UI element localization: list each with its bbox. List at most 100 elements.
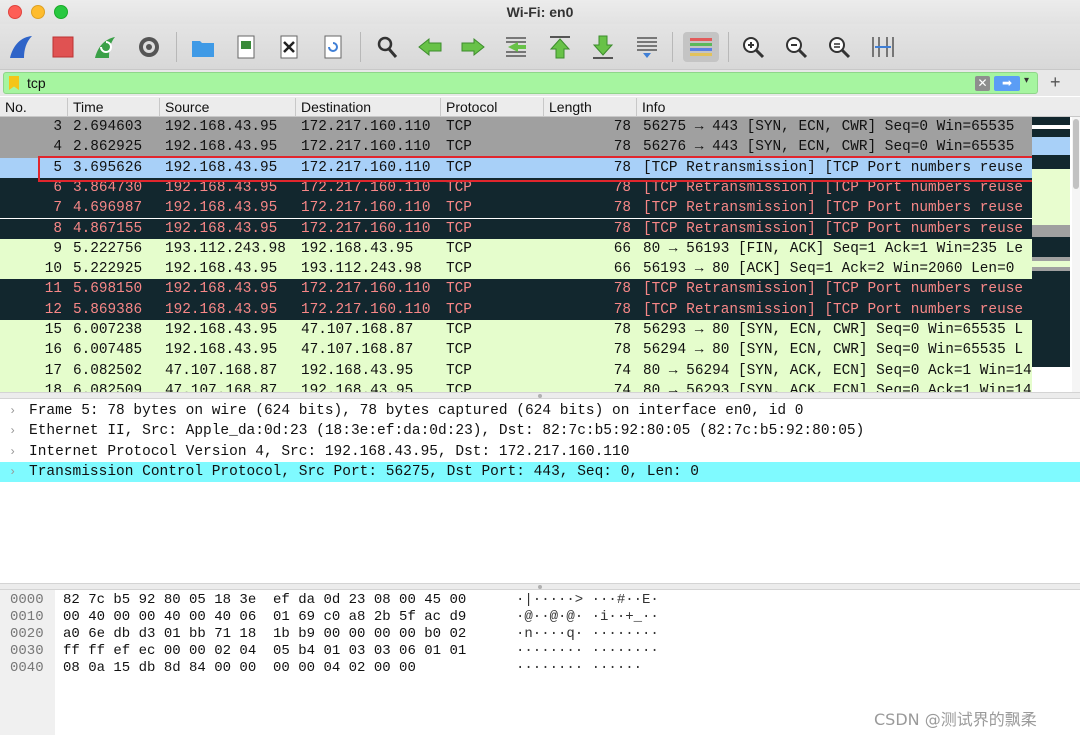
hex-offset: 0020: [10, 626, 44, 642]
packet-row[interactable]: 8 4.867155 192.168.43.95 172.217.160.110 TCP…: [0, 218, 1032, 239]
packet-row[interactable]: 16 6.007485 192.168.43.95 47.107.168.87 TCP 7…: [0, 340, 1032, 361]
pane-splitter[interactable]: [0, 583, 1080, 590]
go-back-icon[interactable]: [415, 32, 445, 62]
pane-splitter[interactable]: [0, 392, 1080, 399]
apply-filter-icon[interactable]: ➡: [994, 76, 1020, 91]
column-header-no[interactable]: No.: [0, 98, 67, 116]
packet-cell-proto: TCP: [446, 179, 472, 196]
packet-row[interactable]: 18 6.082509 47.107.168.87 192.168.43.95 TCP 7…: [0, 380, 1032, 392]
packet-list-scrollbar[interactable]: [1072, 117, 1080, 392]
display-filter-text[interactable]: tcp: [27, 75, 46, 91]
gear-options-icon[interactable]: [134, 32, 164, 62]
add-filter-button[interactable]: +: [1050, 72, 1061, 93]
first-packet-icon[interactable]: [545, 32, 575, 62]
hex-offset: 0030: [10, 643, 44, 659]
packet-row[interactable]: 9 5.222756 193.112.243.98 192.168.43.95 TCP 6…: [0, 238, 1032, 260]
packet-cell-len: 78: [613, 220, 631, 237]
go-forward-icon[interactable]: [458, 32, 488, 62]
packet-row[interactable]: 15 6.007238 192.168.43.95 47.107.168.87 TCP 7…: [0, 320, 1032, 341]
packet-cell-len: 78: [613, 281, 631, 298]
clear-filter-icon[interactable]: ✕: [975, 76, 990, 91]
zoom-in-icon[interactable]: [738, 32, 768, 62]
expand-chevron-icon[interactable]: ›: [9, 442, 16, 462]
folder-open-icon[interactable]: [188, 32, 218, 62]
packet-cell-no: 4: [53, 139, 62, 156]
minimap-band: [1032, 129, 1070, 137]
find-packet-icon[interactable]: [372, 32, 402, 62]
packet-row[interactable]: 4 2.862925 192.168.43.95 172.217.160.110 TCP…: [0, 137, 1032, 158]
column-header-source[interactable]: Source: [159, 98, 295, 116]
reload-file-icon[interactable]: [318, 32, 348, 62]
packet-cell-src: 192.168.43.95: [165, 220, 278, 237]
minimize-window-button[interactable]: [31, 5, 45, 19]
detail-tree-label: Transmission Control Protocol, Src Port:…: [29, 463, 700, 480]
packet-cell-len: 78: [613, 179, 631, 196]
packet-cell-src: 193.112.243.98: [165, 240, 286, 257]
packet-cell-time: 4.696987: [73, 200, 143, 217]
stop-square-icon[interactable]: [48, 32, 78, 62]
zoom-normal-icon[interactable]: [824, 32, 854, 62]
autoscroll-icon[interactable]: [632, 32, 662, 62]
packet-cell-len: 78: [613, 200, 631, 217]
display-filter-input[interactable]: tcp ✕ ➡ ▾: [3, 72, 1038, 94]
detail-tree-item[interactable]: › Frame 5: 78 bytes on wire (624 bits), 7…: [0, 401, 1080, 421]
expand-chevron-icon[interactable]: ›: [9, 401, 16, 421]
packet-row[interactable]: 3 2.694603 192.168.43.95 172.217.160.110 TCP…: [0, 117, 1032, 138]
bookmark-icon[interactable]: [9, 76, 19, 90]
packet-cell-len: 78: [613, 322, 631, 338]
column-header-protocol[interactable]: Protocol: [440, 98, 543, 116]
packet-cell-time: 6.082502: [73, 362, 143, 379]
restart-capture-icon[interactable]: [90, 32, 120, 62]
hex-ascii: ·n····q· ········: [516, 626, 659, 642]
packet-cell-proto: TCP: [446, 159, 472, 176]
go-to-packet-icon[interactable]: [501, 32, 531, 62]
packet-cell-dst: 192.168.43.95: [301, 362, 414, 379]
close-window-button[interactable]: [8, 5, 22, 19]
maximize-window-button[interactable]: [54, 5, 68, 19]
zoom-out-icon[interactable]: [781, 32, 811, 62]
filter-history-dropdown-icon[interactable]: ▾: [1024, 75, 1029, 86]
hex-bytes: a0 6e db d3 01 bb 71 18 1b b9 00 00 00 0…: [63, 626, 467, 642]
shark-fin-icon[interactable]: [6, 32, 36, 62]
hex-ascii: ·|·····> ···#··E·: [516, 592, 659, 608]
packet-cell-no: 16: [44, 342, 62, 359]
packet-cell-no: 3: [53, 119, 62, 135]
packet-row[interactable]: 17 6.082502 47.107.168.87 192.168.43.95 TCP 7…: [0, 360, 1032, 381]
packet-row[interactable]: 6 3.864730 192.168.43.95 172.217.160.110 TCP…: [0, 177, 1032, 199]
packet-cell-src: 47.107.168.87: [165, 362, 278, 379]
packet-cell-proto: TCP: [446, 382, 472, 392]
packet-cell-src: 192.168.43.95: [165, 281, 278, 298]
hex-bytes: 08 0a 15 db 8d 84 00 00 00 00 04 02 00 0…: [63, 660, 416, 676]
packet-cell-len: 78: [613, 301, 631, 318]
detail-tree-item[interactable]: › Internet Protocol Version 4, Src: 192.1…: [0, 442, 1080, 462]
column-header-destination[interactable]: Destination: [295, 98, 440, 116]
colorize-icon[interactable]: [683, 32, 719, 62]
detail-tree-item[interactable]: › Ethernet II, Src: Apple_da:0d:23 (18:3e…: [0, 421, 1080, 441]
scrollbar-thumb[interactable]: [1073, 119, 1079, 189]
packet-cell-dst: 172.217.160.110: [301, 119, 431, 135]
packet-row[interactable]: 11 5.698150 192.168.43.95 172.217.160.110 TC…: [0, 279, 1032, 300]
packet-cell-dst: 47.107.168.87: [301, 322, 414, 338]
resize-columns-icon[interactable]: [868, 32, 898, 62]
packet-cell-time: 2.694603: [73, 119, 143, 135]
close-file-icon[interactable]: [274, 32, 304, 62]
detail-tree-item[interactable]: › Transmission Control Protocol, Src Port…: [0, 461, 1080, 483]
packet-row[interactable]: 5 3.695626 192.168.43.95 172.217.160.110 TCP…: [0, 157, 1032, 178]
packet-minimap[interactable]: [1032, 117, 1070, 367]
packet-row[interactable]: 7 4.696987 192.168.43.95 172.217.160.110 TCP…: [0, 198, 1032, 219]
packet-row[interactable]: 12 5.869386 192.168.43.95 172.217.160.110 TC…: [0, 299, 1032, 320]
packet-list: No. Time Source Destination Protocol Len…: [0, 97, 1080, 392]
save-file-icon[interactable]: [231, 32, 261, 62]
last-packet-icon[interactable]: [588, 32, 618, 62]
column-header-info[interactable]: Info: [636, 98, 1080, 116]
hex-ascii: ········ ········: [516, 643, 659, 659]
column-header-length[interactable]: Length: [543, 98, 636, 116]
expand-chevron-icon[interactable]: ›: [9, 462, 16, 482]
packet-cell-no: 8: [53, 220, 62, 237]
packet-cell-dst: 172.217.160.110: [301, 281, 431, 298]
expand-chevron-icon[interactable]: ›: [9, 421, 16, 441]
packet-row[interactable]: 10 5.222925 192.168.43.95 193.112.243.98 TCP…: [0, 259, 1032, 280]
minimap-band: [1032, 117, 1070, 125]
column-header-time[interactable]: Time: [67, 98, 159, 116]
packet-cell-dst: 172.217.160.110: [301, 301, 431, 318]
